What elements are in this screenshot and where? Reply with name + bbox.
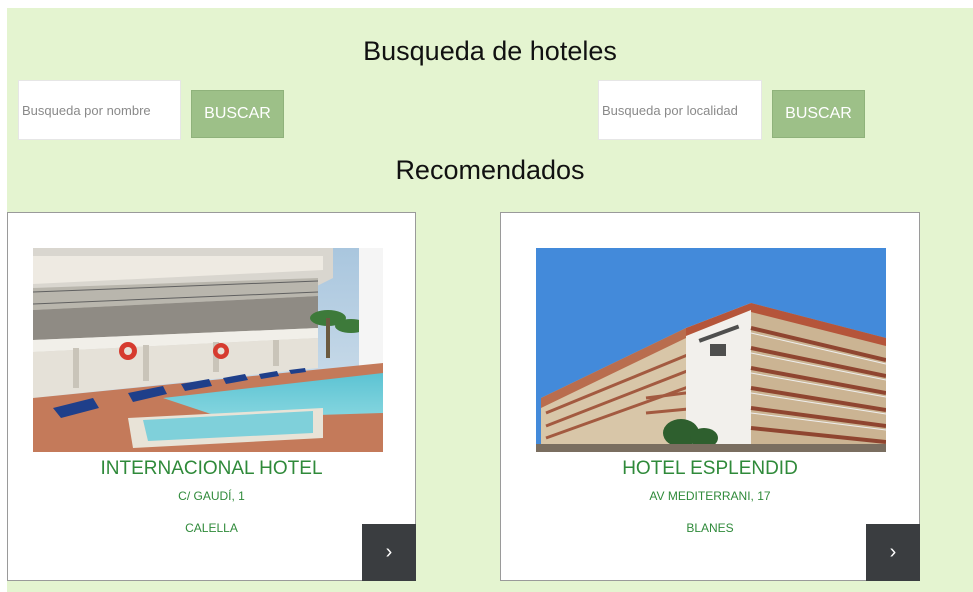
search-page: Busqueda de hoteles BUSCAR BUSCAR Recome… <box>7 8 973 592</box>
hotel-photo-building <box>536 248 886 452</box>
hotel-card[interactable]: INTERNACIONAL HOTEL C/ GAUDÍ, 1 CALELLA … <box>7 212 416 581</box>
hotel-city: BLANES <box>686 521 734 535</box>
recommended-title: Recomendados <box>395 155 585 185</box>
location-search-input[interactable] <box>598 80 762 140</box>
chevron-right-icon[interactable]: › <box>362 524 416 581</box>
chevron-right-icon[interactable]: › <box>866 524 920 581</box>
page-title: Busqueda de hoteles <box>363 36 617 66</box>
location-search-button[interactable]: BUSCAR <box>772 90 865 138</box>
name-search-button[interactable]: BUSCAR <box>191 90 284 138</box>
hotel-address: AV MEDITERRANI, 17 <box>649 489 771 503</box>
hotel-name[interactable]: INTERNACIONAL HOTEL <box>8 458 415 480</box>
hotel-address: C/ GAUDÍ, 1 <box>178 489 245 503</box>
hotel-photo-pool <box>33 248 383 452</box>
name-search-input[interactable] <box>18 80 181 140</box>
hotel-card[interactable]: HOTEL ESPLENDID AV MEDITERRANI, 17 BLANE… <box>500 212 920 581</box>
hotel-name[interactable]: HOTEL ESPLENDID <box>501 458 919 480</box>
hotel-city: CALELLA <box>185 521 238 535</box>
